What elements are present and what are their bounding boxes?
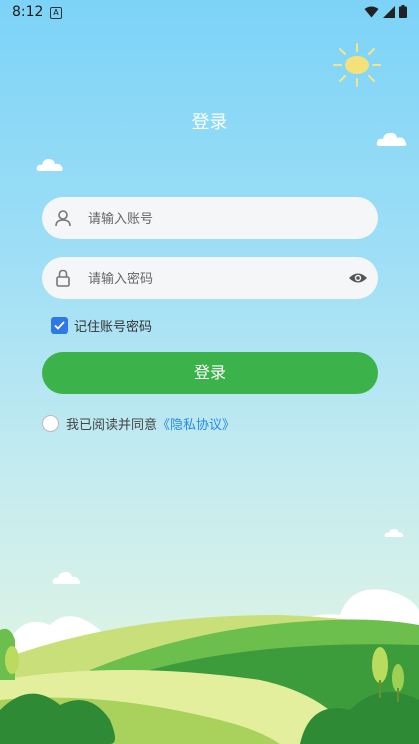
cloud-icon	[384, 529, 404, 537]
remember-password-option[interactable]: 记住账号密码	[51, 316, 152, 335]
show-password-icon[interactable]	[348, 269, 368, 287]
agreement-text: 我已阅读并同意	[66, 418, 158, 433]
password-field	[42, 257, 378, 301]
lock-icon	[56, 269, 70, 287]
wifi-icon	[364, 6, 379, 17]
login-button[interactable]: 登录	[42, 352, 378, 394]
username-field	[42, 197, 378, 241]
agreement-row: 我已阅读并同意 《隐私协议》	[42, 414, 235, 433]
check-icon	[54, 321, 65, 330]
username-input[interactable]	[86, 197, 350, 241]
user-icon	[55, 210, 71, 227]
remember-label: 记住账号密码	[74, 320, 153, 335]
status-time: 8:12	[12, 4, 44, 20]
privacy-policy-link[interactable]: 《隐私协议》	[157, 414, 235, 433]
login-screen: 8:12 A 登录 请输入账号 记住账号密码 登录 我已阅读并同意 《隐私协议》	[0, 0, 419, 744]
battery-icon	[399, 5, 407, 18]
status-bar: 8:12 A	[0, 0, 419, 26]
agreement-radio[interactable]	[42, 415, 59, 432]
cloud-icon	[36, 159, 63, 171]
sun-icon	[333, 43, 381, 87]
password-input[interactable]	[86, 257, 350, 301]
landscape-illustration	[0, 589, 419, 744]
app-notification-icon: A	[50, 7, 62, 19]
page-title: 登录	[191, 112, 228, 133]
signal-icon	[383, 5, 395, 18]
remember-checkbox[interactable]	[51, 317, 68, 334]
status-icons	[364, 5, 407, 18]
